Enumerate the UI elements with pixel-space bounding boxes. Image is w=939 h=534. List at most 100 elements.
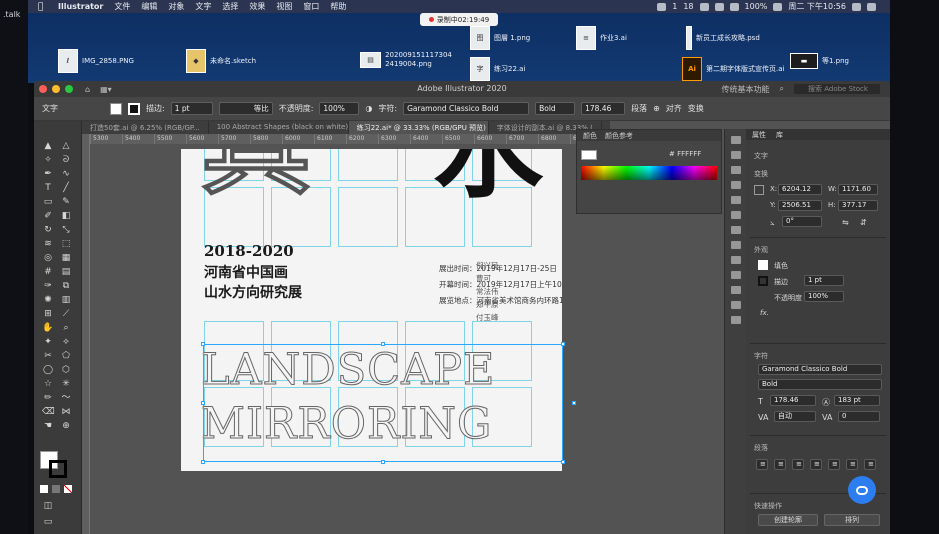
reference-point-icon[interactable] [754, 185, 764, 195]
x-field[interactable]: 6204.12 [778, 184, 822, 195]
desktop-file[interactable]: ▤ 202009151117304 2419004.png [360, 51, 470, 69]
graphic-styles-dock-icon[interactable] [730, 271, 741, 279]
font-style-dropdown[interactable]: Bold [758, 379, 882, 390]
vertical-ruler[interactable] [82, 134, 90, 534]
battery-percent[interactable]: 100% [745, 2, 768, 11]
wifi-icon[interactable] [714, 2, 724, 11]
control-center-icon[interactable] [867, 2, 876, 11]
desktop-file[interactable]: 新员工成长攻略.psd [686, 26, 760, 50]
panel-fill-swatch[interactable] [581, 150, 597, 160]
y-field[interactable]: 2506.51 [778, 200, 822, 211]
blend-tool-icon[interactable]: ⧉ [60, 281, 72, 292]
font-family-dropdown[interactable]: Garamond Classico Bold [403, 102, 530, 115]
pen-tool-icon[interactable]: ✒ [42, 169, 54, 180]
shape-builder-icon[interactable]: ◎ [42, 253, 54, 264]
workspace-switcher[interactable]: 传统基本功能 [722, 84, 770, 95]
rotation-field[interactable]: 0° [782, 216, 822, 227]
paintbrush-icon[interactable]: ✎ [60, 197, 72, 208]
menu-file[interactable]: 文件 [114, 1, 130, 12]
resize-handle[interactable] [561, 342, 565, 346]
year-heading[interactable]: 2018-2020 [204, 241, 294, 261]
magic-wand-icon[interactable]: ✧ [42, 155, 54, 166]
artist-name[interactable]: 曹可 [476, 274, 491, 283]
selection-tool-icon[interactable]: ▲ [42, 141, 54, 152]
menu-type[interactable]: 文字 [195, 1, 211, 12]
shaper-tool-icon[interactable]: ✐ [42, 211, 54, 222]
none-mode-icon[interactable] [64, 485, 72, 493]
zoom-tool-icon[interactable]: ⌕ [60, 323, 72, 334]
outline-chinese-char[interactable]: 具 [201, 149, 312, 201]
arrange-button[interactable]: 排列 [824, 514, 880, 526]
gradient-tool-icon[interactable]: ▤ [60, 267, 72, 278]
stroke-weight-field[interactable]: 1 pt [804, 275, 844, 286]
hand-icon[interactable]: ☚ [42, 421, 54, 432]
clock[interactable]: 周二 下午10:56 [788, 1, 846, 12]
pencil-tool-icon[interactable]: ✏ [42, 393, 54, 404]
hand-tool-icon[interactable]: ✋ [42, 323, 54, 334]
flip-horizontal-icon[interactable]: ⇋ [842, 218, 849, 227]
font-size-field[interactable]: 178.46 [770, 395, 816, 406]
status-c1[interactable]: 1 [672, 2, 677, 11]
width-tool-icon[interactable]: ≋ [42, 239, 54, 250]
title-line-2[interactable]: 山水方向研究展 [204, 283, 302, 303]
curvature-tool-icon[interactable]: ∿ [60, 169, 72, 180]
stroke-dock-icon[interactable] [730, 211, 741, 219]
zoom-icon[interactable]: ⊕ [60, 421, 72, 432]
resize-handle[interactable] [572, 401, 576, 405]
layers-panel-icon[interactable] [730, 286, 741, 294]
resize-handle[interactable] [381, 460, 385, 464]
desktop-file[interactable]: ≡ 作业3.ai [576, 26, 627, 50]
wechat-icon[interactable] [699, 2, 709, 11]
symbols-dock-icon[interactable] [730, 196, 741, 204]
create-outlines-button[interactable]: 创建轮廓 [758, 514, 818, 526]
status-icon[interactable] [657, 2, 667, 11]
screen-mode-icon[interactable]: ▭ [42, 517, 54, 528]
artist-name[interactable]: 常法伟 [476, 287, 499, 296]
h-field[interactable]: 377.17 [838, 200, 878, 211]
doc-tab[interactable]: 100 Abstract Shapes (black on white).ai [209, 121, 349, 134]
appearance-stroke-swatch[interactable] [758, 276, 768, 286]
solid-chinese-char[interactable]: 水 [433, 149, 543, 204]
transparency-dock-icon[interactable] [730, 241, 741, 249]
tab-properties[interactable]: 属性 [752, 130, 766, 140]
slice-tool-icon[interactable]: ⟋ [60, 309, 72, 320]
align-center-icon[interactable]: ≡ [774, 459, 786, 470]
kerning-dropdown[interactable]: 自动 [774, 411, 816, 422]
tracking-field[interactable]: 0 [838, 411, 880, 422]
star-tool-icon[interactable]: ☆ [42, 379, 54, 390]
desktop-file[interactable]: 字练习22.ai [470, 57, 525, 81]
join-tool-icon[interactable]: ⋈ [60, 407, 72, 418]
layers-dock-icon[interactable] [730, 151, 741, 159]
eraser-icon[interactable]: ◧ [60, 211, 72, 222]
symbol-sprayer-icon[interactable]: ✺ [42, 295, 54, 306]
resize-handle[interactable] [201, 401, 205, 405]
lasso-icon[interactable]: ᘐ [60, 155, 72, 166]
leading-field[interactable]: 183 pt [834, 395, 880, 406]
line-tool-icon[interactable]: ╱ [60, 183, 72, 194]
w-field[interactable]: 1171.60 [838, 184, 878, 195]
properties-dock-icon[interactable] [730, 136, 741, 144]
info-row[interactable]: 展览地点：河南省美术馆商务内环路1号 [439, 296, 562, 305]
ellipse-tool-icon[interactable]: ◯ [42, 365, 54, 376]
doc-tab-active[interactable]: 练习22.ai* @ 33.33% (RGB/GPU 预览) [348, 121, 489, 134]
smooth-tool-icon[interactable]: 〜 [60, 393, 72, 404]
effects-fx-label[interactable]: fx. [760, 309, 769, 317]
justify-center-icon[interactable]: ≡ [828, 459, 840, 470]
doc-tab[interactable]: 打造50套.ai @ 6.25% (RGB/GP... [82, 121, 209, 134]
recording-indicator[interactable]: 录制中02:19:49 [420, 13, 498, 26]
menu-select[interactable]: 选择 [222, 1, 238, 12]
align-left-icon[interactable]: ≡ [756, 459, 768, 470]
flip-vertical-icon[interactable]: ⇵ [860, 218, 867, 227]
menu-view[interactable]: 视图 [276, 1, 292, 12]
reshape-icon[interactable]: ⬠ [60, 351, 72, 362]
fill-swatch[interactable] [110, 102, 122, 115]
draw-mode-icon[interactable]: ◫ [42, 501, 54, 512]
color-spectrum[interactable] [581, 166, 717, 180]
font-style-dropdown[interactable]: Bold [535, 102, 576, 115]
search-stock-icon[interactable]: ⌕ [780, 84, 784, 95]
selection-bounding-box[interactable] [203, 344, 563, 462]
direct-selection-tool-icon[interactable]: △ [60, 141, 72, 152]
column-graph-icon[interactable]: ▥ [60, 295, 72, 306]
stroke-profile-dropdown[interactable]: 等比 [218, 102, 273, 115]
info-row[interactable]: 开幕时间：2019年12月17日上午10时 [439, 280, 562, 289]
